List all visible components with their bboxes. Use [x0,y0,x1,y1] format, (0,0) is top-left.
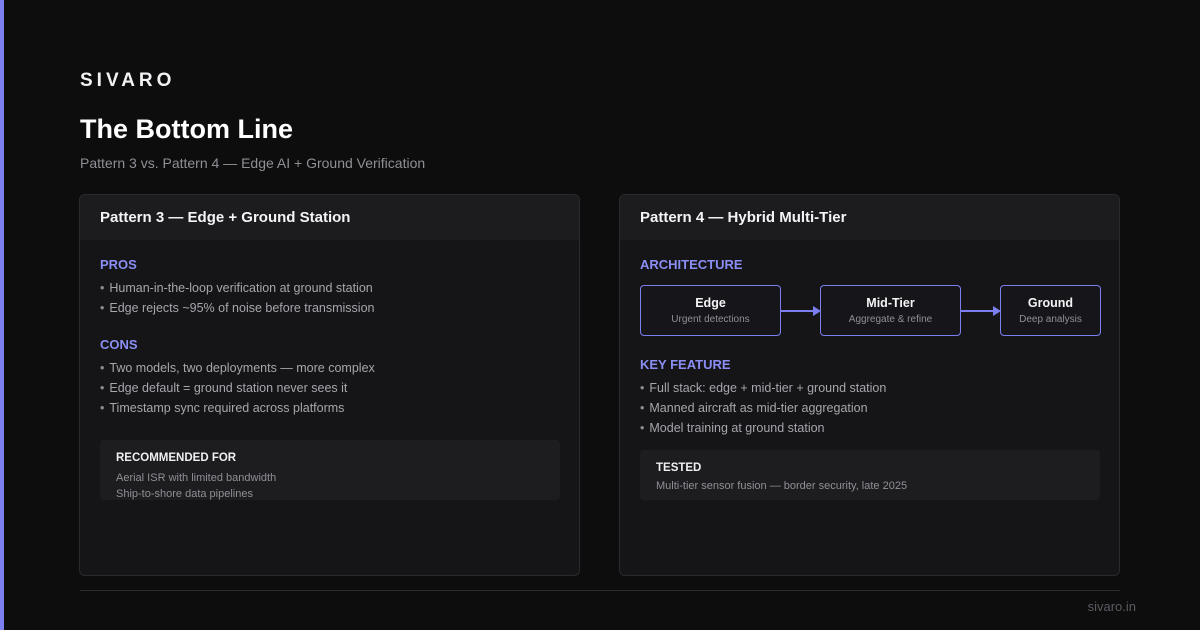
list-item: Two models, two deployments — more compl… [100,358,374,378]
pattern-4-card: Pattern 4 — Hybrid Multi-Tier ARCHITECTU… [619,194,1120,576]
list-item: Full stack: edge + mid-tier + ground sta… [640,378,886,398]
pros-label: PROS [100,257,137,272]
key-feature-label: KEY FEATURE [640,357,731,372]
page-title: The Bottom Line [80,114,293,144]
tested-label: TESTED [656,462,702,474]
list-item: Timestamp sync required across platforms [100,398,375,418]
pros-list: Human-in-the-loop verification at ground… [100,278,374,318]
features-list: Full stack: edge + mid-tier + ground sta… [640,378,886,438]
node-desc: Urgent detections [671,314,750,325]
tested-line: Multi-tier sensor fusion — border securi… [656,480,908,492]
pattern-3-card: Pattern 3 — Edge + Ground Station PROS H… [79,194,580,576]
architecture-label: ARCHITECTURE [640,257,743,272]
arrow-right-icon [961,306,1001,316]
cons-list: Two models, two deployments — more compl… [100,358,375,418]
recommended-line: Ship-to-shore data pipelines [116,488,253,500]
recommended-label: RECOMMENDED FOR [116,452,237,464]
node-desc: Deep analysis [1019,314,1082,325]
list-item: Edge rejects ~95% of noise before transm… [100,298,374,318]
accent-bar [0,0,4,630]
list-item: Model training at ground station [640,418,886,438]
node-name: Ground [1027,296,1074,310]
node-name: Edge [695,296,726,310]
node-name: Mid-Tier [866,296,915,310]
cons-label: CONS [100,337,138,352]
list-item: Edge default = ground station never sees… [100,378,375,398]
arrow-right-icon [781,306,821,316]
footer-link[interactable]: sivaro.in [1088,599,1136,614]
mid-tier-node: Mid-Tier Aggregate & refine [820,285,961,336]
pattern-4-heading: Pattern 4 — Hybrid Multi-Tier [620,195,1119,240]
architecture-diagram: Edge Urgent detections Mid-Tier Aggregat… [640,285,1102,337]
list-item: Manned aircraft as mid-tier aggregation [640,398,886,418]
recommended-line: Aerial ISR with limited bandwidth [116,472,277,484]
ground-node: Ground Deep analysis [1000,285,1101,336]
recommended-box: RECOMMENDED FOR Aerial ISR with limited … [100,440,560,500]
page-subtitle: Pattern 3 vs. Pattern 4 — Edge AI + Grou… [80,155,426,171]
brand-logo: SIVARO [80,70,176,91]
footer-divider [80,590,1120,591]
tested-box: TESTED Multi-tier sensor fusion — border… [640,450,1100,500]
list-item: Human-in-the-loop verification at ground… [100,278,374,298]
pattern-3-heading: Pattern 3 — Edge + Ground Station [80,195,579,240]
edge-node: Edge Urgent detections [640,285,781,336]
node-desc: Aggregate & refine [848,314,933,325]
